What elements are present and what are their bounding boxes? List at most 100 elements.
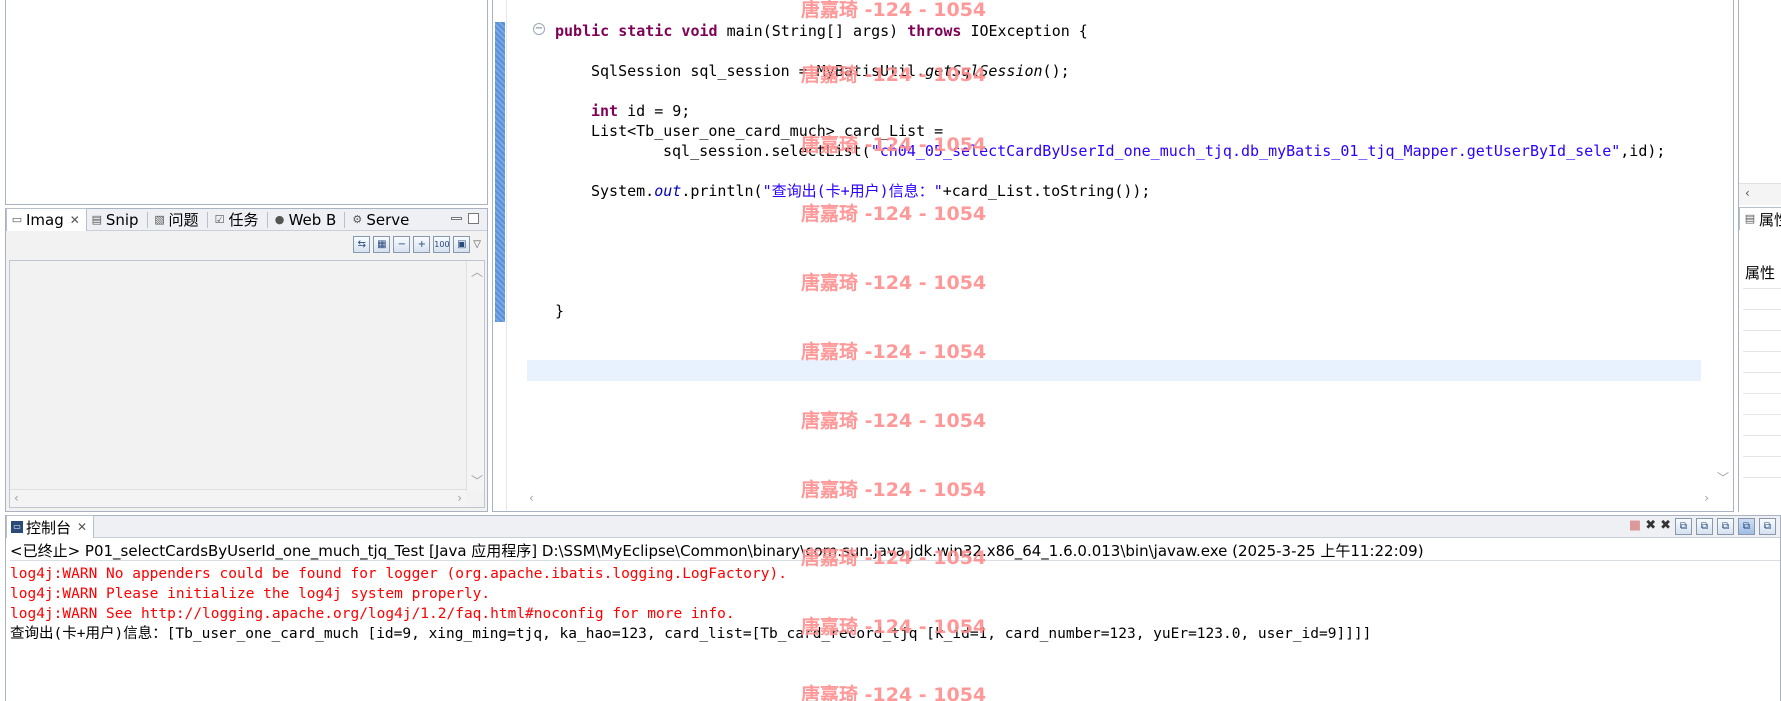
zoom-in-icon[interactable]: + (413, 235, 431, 253)
scroll-up-icon[interactable]: ︿ (471, 263, 483, 280)
horizontal-scrollbar[interactable]: ‹ (1739, 183, 1781, 205)
row-divider (1743, 456, 1781, 457)
console-toolbar: ■ ✖ ✖ ⧉ ⧉ ⧉ ⧉ ⧉ (1629, 518, 1776, 535)
tab-image[interactable]: ▭ Imag ✕ (6, 208, 87, 231)
scroll-right-icon[interactable]: › (1704, 491, 1709, 505)
close-icon[interactable]: ✕ (77, 520, 87, 534)
properties-view: ▤ 属性 属性 (1739, 207, 1781, 512)
watermark-text: 唐嘉琦 -124 - 1054 (801, 341, 987, 363)
tab-properties[interactable]: ▤ 属性 (1739, 207, 1781, 230)
code-token: System. (591, 182, 655, 200)
properties-icon: ▤ (1744, 212, 1756, 225)
code-token: public static void (555, 22, 727, 40)
clear-console-icon[interactable]: ⧉ (1675, 518, 1692, 535)
tab-label: 属性 (1759, 210, 1781, 229)
editor-vertical-scrollbar[interactable]: ﹀ (1711, 0, 1733, 490)
image-fit-icon[interactable]: ▦ (373, 235, 391, 253)
horizontal-scrollbar[interactable]: ‹ › (10, 489, 466, 507)
code-token: ,id); (1620, 142, 1666, 160)
tab-label: Imag (26, 211, 64, 229)
vertical-scrollbar[interactable]: ︿ ﹀ (466, 261, 484, 491)
tab-console[interactable]: ▭ 控制台 ✕ (6, 515, 95, 538)
tab-separator (344, 211, 346, 228)
watermark-text: 唐嘉琦 -124 - 1054 (801, 479, 987, 501)
top-left-view (5, 0, 488, 205)
code-token: out (654, 182, 682, 200)
code-token: } (527, 342, 528, 360)
code-token: (); (1042, 62, 1070, 80)
tab-label: 任务 (228, 211, 259, 229)
tab-tasks[interactable]: ☑ 任务 (210, 209, 265, 231)
code-line: public static void main(String[] args) t… (555, 21, 1088, 41)
code-token: IOException { (970, 22, 1088, 40)
servers-icon: ⚙ (352, 212, 363, 226)
view-window-controls (451, 213, 479, 224)
zoom-out-icon[interactable]: − (393, 235, 411, 253)
tab-snippets[interactable]: ▤ Snip (87, 209, 145, 231)
right-side-panel: ‹ ▤ 属性 属性 (1738, 0, 1781, 512)
image-view-tabbar: ▭ Imag ✕ ▤ Snip ▧ 问题 ☑ 任务 ● Web B ⚙ Serv… (6, 208, 487, 231)
tab-web-browser[interactable]: ● Web B (270, 209, 343, 231)
scroll-down-icon[interactable]: ﹀ (1717, 469, 1729, 486)
code-line: } (555, 301, 564, 321)
console-tabbar: ▭ 控制台 ✕ (6, 515, 1780, 538)
properties-tabbar: ▤ 属性 (1739, 207, 1781, 230)
tab-servers[interactable]: ⚙ Serve (347, 209, 415, 231)
tab-label: Snip (105, 210, 139, 229)
open-console-icon[interactable]: ⧉ (1759, 518, 1776, 535)
code-area[interactable]: public static void main(String[] args) t… (527, 0, 1703, 488)
overview-ruler (493, 0, 507, 510)
scroll-lock-icon[interactable]: ⧉ (1696, 518, 1713, 535)
properties-header: 属性 (1745, 264, 1776, 282)
pin-console-icon[interactable]: ⧉ (1717, 518, 1734, 535)
code-token: int (591, 102, 628, 120)
watermark-text: 唐嘉琦 -124 - 1054 (801, 616, 987, 638)
maximize-icon[interactable] (468, 213, 479, 224)
console-icon: ▭ (11, 521, 23, 533)
scroll-right-icon[interactable]: › (457, 491, 462, 505)
tab-label: Web B (288, 210, 337, 229)
console-line: log4j:WARN Please initialize the log4j s… (10, 586, 491, 602)
scroll-down-icon[interactable]: ﹀ (471, 472, 483, 489)
image-view-toolbar: ⇆ ▦ − + 100 ▣ ▽ (353, 234, 481, 254)
display-selected-console-icon[interactable]: ⧉ (1738, 518, 1755, 535)
watermark-text: 唐嘉琦 -124 - 1054 (801, 272, 987, 294)
change-indicator-bar (495, 22, 505, 322)
actual-size-icon[interactable]: 100 (433, 235, 451, 253)
tab-problems[interactable]: ▧ 问题 (150, 209, 205, 231)
view-menu-icon[interactable]: ▽ (473, 239, 481, 250)
close-icon[interactable]: ✕ (70, 213, 80, 227)
tab-separator (266, 211, 268, 228)
code-token: throws (907, 22, 971, 40)
code-line: } (527, 341, 528, 361)
minimize-icon[interactable] (451, 217, 462, 220)
row-divider (1743, 435, 1781, 436)
code-token: main(String[] args) (726, 22, 908, 40)
code-token: id = 9; (627, 102, 691, 120)
code-editor[interactable]: − public static void main(String[] args)… (492, 0, 1734, 512)
fit-window-icon[interactable]: ▣ (453, 235, 471, 253)
image-icon: ▭ (11, 213, 23, 226)
row-divider (1743, 414, 1781, 415)
code-token: } (555, 302, 565, 320)
watermark-text: 唐嘉琦 -124 - 1054 (801, 64, 987, 86)
link-with-editor-icon[interactable]: ⇆ (353, 235, 371, 253)
watermark-text: 唐嘉琦 -124 - 1054 (801, 684, 987, 701)
right-top-view: ‹ (1739, 0, 1781, 205)
remove-all-terminated-icon[interactable]: ✖ (1660, 518, 1671, 535)
tasks-icon: ☑ (214, 212, 225, 226)
remove-launch-icon[interactable]: ✖ (1645, 518, 1656, 535)
editor-horizontal-scrollbar[interactable]: ‹ › (527, 489, 1711, 511)
row-divider (1743, 330, 1781, 331)
code-token: +card_List.toString()); (942, 182, 1151, 200)
tab-label: 问题 (168, 211, 199, 229)
terminate-icon[interactable]: ■ (1629, 518, 1641, 535)
snippet-icon: ▤ (91, 212, 103, 226)
watermark-text: 唐嘉琦 -124 - 1054 (801, 410, 987, 432)
code-token: .println( (681, 182, 763, 200)
scroll-left-icon[interactable]: ‹ (529, 491, 534, 505)
scroll-left-icon[interactable]: ‹ (14, 491, 19, 505)
code-line: int id = 9; (591, 101, 690, 121)
watermark-text: 唐嘉琦 -124 - 1054 (801, 547, 987, 569)
scroll-left-icon[interactable]: ‹ (1745, 186, 1750, 200)
